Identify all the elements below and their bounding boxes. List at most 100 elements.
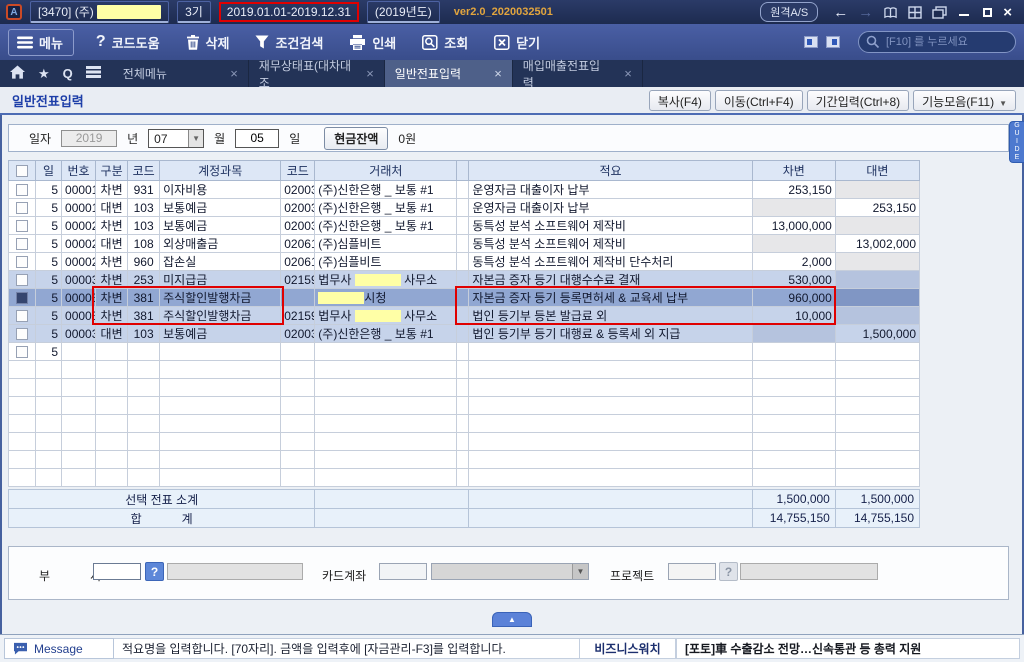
table-row-empty[interactable] [7, 468, 921, 487]
memo-cell: 동특성 분석 소프트웨어 제작비 [468, 234, 753, 253]
table-row[interactable]: 5 00001 대변 103 보통예금 02003 (주)신한은행 _ 보통 #1 운영자금 … [7, 198, 921, 217]
page-button-2[interactable]: 이동(Ctrl+F4) [714, 89, 803, 111]
print-button[interactable]: 인쇄 [349, 33, 396, 52]
empty-cell [468, 450, 753, 469]
table-row[interactable]: 5 00002 대변 108 외상매출금 02061 (주)심플비트 동특성 분석 소프트웨어… [7, 234, 921, 253]
tab-close-icon[interactable]: × [624, 66, 632, 81]
day-cell: 5 [35, 306, 63, 325]
row-checkbox[interactable] [16, 346, 28, 359]
panel-toggle-right-icon[interactable] [826, 36, 840, 48]
account-code-cell: 103 [127, 198, 161, 217]
back-icon[interactable]: ← [833, 4, 848, 21]
row-checkbox[interactable] [16, 220, 28, 233]
totals-debit: 1,500,000 [751, 489, 836, 509]
delete-button[interactable]: 삭제 [186, 33, 229, 52]
card-account-dropdown[interactable]: ▼ [431, 563, 589, 580]
table-row[interactable]: 5 00003 차변 253 미지급금 02159 법무사 사무소 자본금 증자 등기 대행수… [7, 270, 921, 289]
row-checkbox[interactable] [16, 202, 28, 215]
guide-side-tab[interactable]: GUIDE [1009, 121, 1024, 163]
project-code-input[interactable] [668, 563, 716, 580]
month-dropdown[interactable]: 07 ▼ [148, 128, 205, 148]
favorites-star-icon[interactable]: ★ [38, 66, 50, 82]
row-checkbox[interactable] [16, 256, 28, 269]
news-headline[interactable]: [포토]車 수출감소 전망…신속통관 등 총력 지원 [676, 638, 1020, 659]
department-help-button[interactable]: ? [145, 562, 164, 581]
table-row[interactable]: 5 [7, 342, 921, 361]
minimize-button[interactable] [959, 8, 970, 16]
row-checkbox[interactable] [16, 328, 28, 341]
tab-close-icon[interactable]: × [230, 66, 238, 81]
year-input[interactable] [61, 129, 118, 147]
table-row-empty[interactable] [7, 432, 921, 451]
tab-4[interactable]: 매입매출전표입력 × [513, 59, 643, 90]
entry-no-cell: 00003 [61, 288, 97, 307]
close-window-button[interactable]: × [1003, 4, 1012, 21]
table-row[interactable]: 5 00003 차변 381 주식할인발행차금 시청 자본금 증자 등기 등록면허세 & 교… [7, 288, 921, 307]
row-checkbox-cell [7, 288, 37, 307]
search-icon [866, 35, 880, 49]
x-box-icon [494, 34, 510, 50]
row-checkbox[interactable] [16, 238, 28, 251]
quick-menu-icon[interactable]: Q [63, 66, 73, 81]
tab-3[interactable]: 일반전표입력 × [384, 60, 513, 87]
row-checkbox[interactable] [16, 274, 28, 287]
menu-list-icon[interactable] [85, 66, 101, 81]
page-button-3[interactable]: 기간입력(Ctrl+8) [806, 89, 910, 111]
menu-button[interactable]: 메뉴 [8, 28, 74, 56]
table-row-empty[interactable] [7, 450, 921, 469]
department-code-input[interactable] [93, 563, 141, 580]
empty-cell [35, 414, 63, 433]
home-icon[interactable] [10, 65, 25, 82]
tab-2[interactable]: 재무상태표(대차대조 × [249, 59, 385, 90]
cash-balance-button[interactable]: 현금잔액 [324, 126, 389, 150]
table-row[interactable]: 5 00002 차변 960 잡손실 02061 (주)심플비트 동특성 분석 소프트웨어 제… [7, 252, 921, 271]
vendor-code-cell: 02061 [280, 234, 316, 253]
table-row-empty[interactable] [7, 414, 921, 433]
panel-toggle-left-icon[interactable] [804, 36, 818, 48]
tile-windows-icon[interactable] [908, 5, 922, 19]
day-input[interactable] [235, 128, 280, 148]
row-checkbox[interactable] [16, 184, 28, 197]
tab-1[interactable]: 전체메뉴 × [113, 60, 249, 87]
debit-credit-type-cell: 차변 [95, 288, 129, 307]
forward-icon[interactable]: → [858, 4, 873, 21]
table-row[interactable]: 5 00002 차변 103 보통예금 02003 (주)신한은행 _ 보통 #1 동특성 분… [7, 216, 921, 235]
book-view-icon[interactable] [883, 6, 898, 19]
table-row-empty[interactable] [7, 378, 921, 397]
quick-search-input[interactable] [858, 31, 1016, 53]
chevron-down-icon[interactable]: ▼ [572, 564, 588, 579]
tab-close-icon[interactable]: × [366, 66, 374, 81]
maximize-button[interactable] [983, 7, 993, 17]
row-checkbox[interactable] [16, 292, 28, 305]
page-button-4[interactable]: 기능모음(F11) ▼ [913, 89, 1016, 111]
project-help-button[interactable]: ? [719, 562, 738, 581]
news-source[interactable]: 비즈니스워치 [580, 638, 676, 659]
cascade-windows-icon[interactable] [932, 5, 947, 19]
collapse-panel-handle[interactable]: ▲ [492, 612, 532, 627]
empty-cell [280, 414, 316, 433]
code-help-button[interactable]: ? 코드도움 [96, 33, 160, 52]
table-row-empty[interactable] [7, 360, 921, 379]
amount-cell: 13,002,000 [834, 234, 921, 253]
filter-search-button[interactable]: 조건검색 [255, 33, 323, 52]
view-button[interactable]: 조회 [422, 33, 468, 52]
vendor-cell: (주)신한은행 _ 보통 #1 [314, 216, 458, 235]
table-row[interactable]: 5 00003 대변 103 보통예금 02003 (주)신한은행 _ 보통 #1 법인 등기… [7, 324, 921, 343]
empty-cell [159, 396, 282, 415]
page-button-1[interactable]: 복사(F4) [648, 89, 711, 111]
spacer-cell [456, 180, 470, 199]
table-row[interactable]: 5 00001 차변 931 이자비용 02003 (주)신한은행 _ 보통 #1 운영자금 … [7, 180, 921, 199]
table-row[interactable]: 5 00003 차변 381 주식할인발행차금 02159 법무사 사무소 법인 등기부 등본… [7, 306, 921, 325]
row-checkbox[interactable] [16, 310, 28, 323]
close-screen-button[interactable]: 닫기 [494, 33, 540, 52]
entry-no-cell: 00002 [61, 216, 97, 235]
empty-cell [127, 378, 161, 397]
header-checkbox[interactable] [16, 165, 28, 178]
tab-close-icon[interactable]: × [494, 66, 502, 81]
department-label: 부 서 [39, 569, 102, 583]
table-row-empty[interactable] [7, 396, 921, 415]
chevron-down-icon[interactable]: ▼ [188, 129, 204, 147]
empty-cell [314, 450, 458, 469]
remote-as-button[interactable]: 원격A/S [760, 2, 819, 22]
card-account-input[interactable] [379, 563, 427, 580]
